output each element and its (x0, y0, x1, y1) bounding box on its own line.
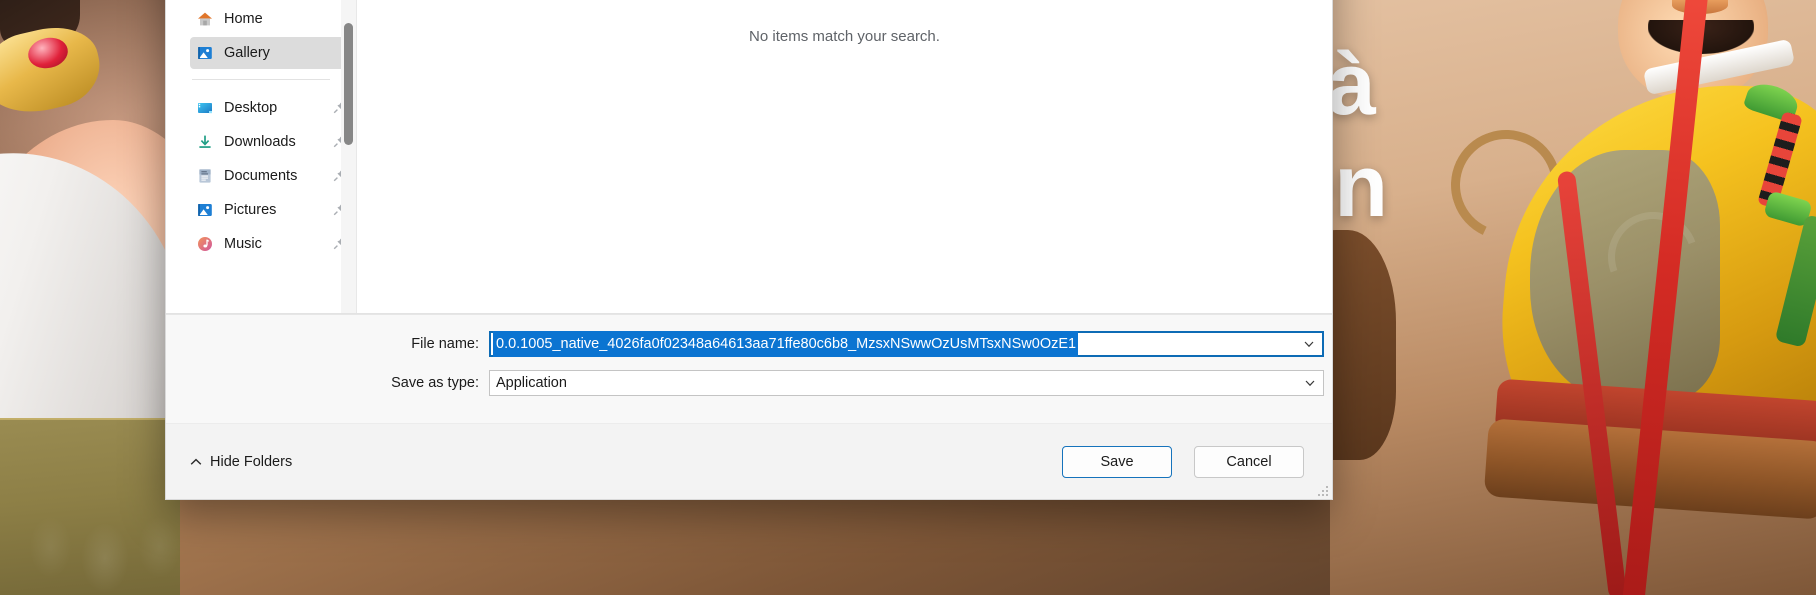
right-character-artwork (1330, 0, 1816, 595)
file-name-row: File name: 0.0.1005_native_4026fa0f02348… (166, 329, 1332, 359)
pictures-icon (196, 201, 214, 219)
sidebar-item-label: Pictures (224, 202, 277, 218)
nav-separator (192, 79, 330, 80)
navigation-pane[interactable]: Home Gallery Desktop Downloads Documents Pict… (166, 0, 356, 313)
sidebar-item-label: Desktop (224, 100, 278, 116)
file-name-input[interactable]: 0.0.1005_native_4026fa0f02348a64613aa71f… (489, 331, 1324, 357)
sidebar-item-desktop[interactable]: Desktop (190, 92, 348, 124)
cancel-button[interactable]: Cancel (1194, 445, 1304, 478)
chevron-down-icon[interactable] (1297, 380, 1323, 387)
save-button[interactable]: Save (1062, 445, 1172, 478)
footer-buttons: Save Cancel (1062, 445, 1304, 478)
gallery-icon (196, 44, 214, 62)
documents-icon (196, 167, 214, 185)
sidebar-item-label: Downloads (224, 134, 296, 150)
sidebar-item-label: Home (224, 11, 263, 27)
save-as-type-row: Save as type: Application (166, 368, 1332, 398)
sidebar-item-downloads[interactable]: Downloads (190, 126, 348, 158)
sidebar-item-label: Gallery (224, 45, 270, 61)
file-name-value[interactable]: 0.0.1005_native_4026fa0f02348a64613aa71f… (493, 331, 1079, 357)
resize-grip-icon[interactable] (1317, 484, 1329, 496)
downloads-icon (196, 133, 214, 151)
file-name-label: File name: (411, 336, 479, 352)
sidebar-item-home[interactable]: Home (190, 3, 348, 35)
nav-scrollbar[interactable] (341, 0, 356, 313)
sidebar-item-label: Music (224, 236, 262, 252)
dialog-form: File name: 0.0.1005_native_4026fa0f02348… (166, 314, 1332, 423)
save-as-type-label: Save as type: (391, 375, 479, 391)
nav-scrollbar-thumb[interactable] (344, 23, 353, 145)
sidebar-item-label: Documents (224, 168, 298, 184)
sidebar-item-pictures[interactable]: Pictures (190, 194, 348, 226)
file-list-pane[interactable]: No items match your search. (356, 0, 1332, 313)
save-as-type-value: Application (496, 375, 567, 391)
dialog-footer: Hide Folders Save Cancel (166, 423, 1332, 499)
sidebar-item-documents[interactable]: Documents (190, 160, 348, 192)
home-icon (196, 10, 214, 28)
nav-items-container: Home Gallery Desktop Downloads Documents Pict… (166, 3, 356, 260)
sidebar-item-music[interactable]: Music (190, 228, 348, 260)
chevron-down-icon[interactable] (1296, 341, 1322, 348)
music-icon (196, 235, 214, 253)
sidebar-item-gallery[interactable]: Gallery (190, 37, 348, 69)
desktop-icon (196, 99, 214, 117)
empty-search-message: No items match your search. (749, 28, 940, 45)
hide-folders-label: Hide Folders (210, 453, 293, 470)
hide-folders-button[interactable]: Hide Folders (190, 454, 292, 470)
chevron-up-icon (190, 454, 202, 470)
save-as-dialog: Home Gallery Desktop Downloads Documents Pict… (165, 0, 1333, 500)
save-as-type-select[interactable]: Application (489, 370, 1324, 396)
page-root: và ên HomeGalleryDesktopDownloadsDocumen… (0, 0, 1816, 595)
dialog-body: Home Gallery Desktop Downloads Documents Pict… (166, 0, 1332, 314)
left-character-artwork (0, 0, 180, 595)
